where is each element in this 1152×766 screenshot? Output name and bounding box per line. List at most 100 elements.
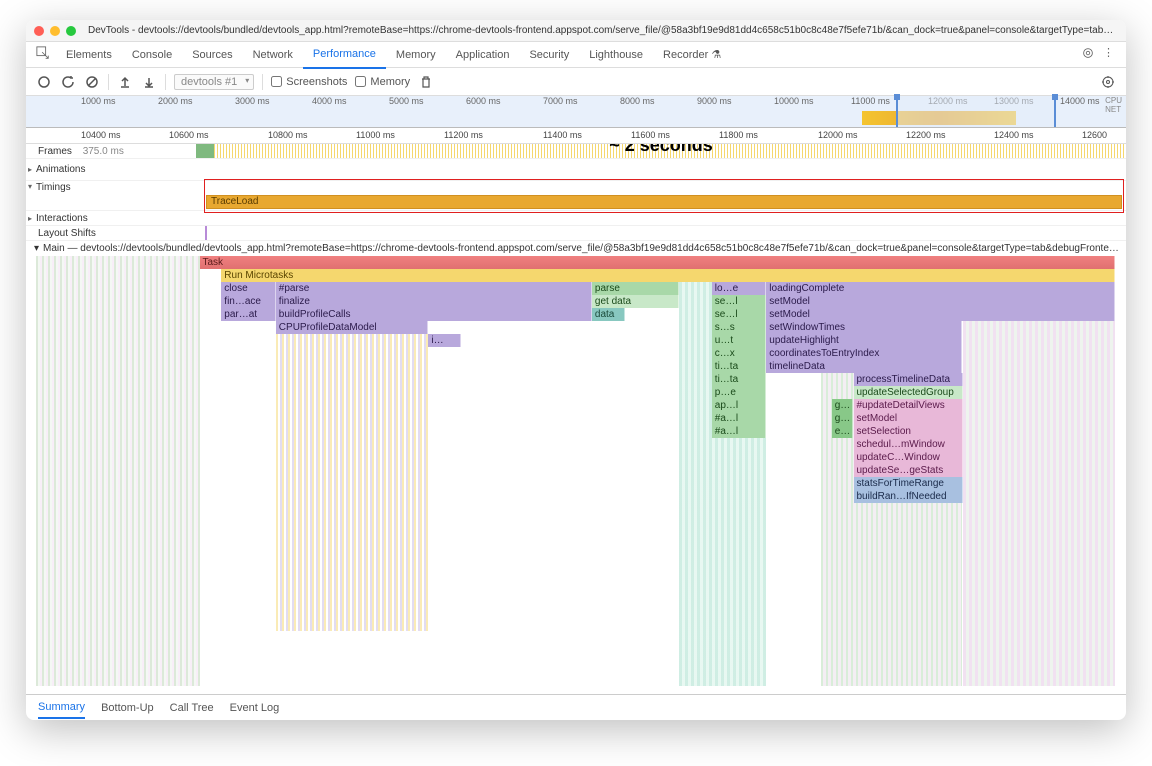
flame-cell[interactable]: lo…e — [712, 282, 767, 295]
reload-button[interactable] — [60, 74, 76, 90]
flame-cell[interactable]: timelineData — [766, 360, 962, 373]
flame-cell[interactable]: buildRan…IfNeeded — [854, 490, 963, 503]
annotation-label: ~ 2 seconds — [609, 144, 713, 156]
flame-cell[interactable]: setModel — [854, 412, 963, 425]
flame-cell[interactable]: g… — [832, 412, 854, 425]
flame-cell[interactable]: se…l — [712, 295, 767, 308]
overview-tick: 3000 ms — [235, 96, 270, 106]
flame-cell[interactable]: fin…ace — [221, 295, 276, 308]
tab-bottom-up[interactable]: Bottom-Up — [101, 698, 154, 718]
flame-cell[interactable]: ti…ta — [712, 373, 767, 386]
flame-cell[interactable]: e… — [832, 425, 854, 438]
window-title: DevTools - devtools://devtools/bundled/d… — [88, 25, 1118, 36]
minimize-icon[interactable] — [50, 26, 60, 36]
flame-cell[interactable]: data — [592, 308, 625, 321]
flame-cell[interactable]: parse — [592, 282, 679, 295]
settings-icon[interactable] — [1081, 46, 1095, 63]
upload-button[interactable] — [117, 74, 133, 90]
flame-cell[interactable]: updateHighlight — [766, 334, 962, 347]
interactions-track-label[interactable]: ▸Interactions — [26, 211, 196, 225]
flame-cell[interactable]: ti…ta — [712, 360, 767, 373]
tab-performance[interactable]: Performance — [303, 41, 386, 69]
flame-cell[interactable]: setWindowTimes — [766, 321, 962, 334]
flame-cell[interactable]: processTimelineData — [854, 373, 963, 386]
tab-lighthouse[interactable]: Lighthouse — [579, 42, 653, 68]
timings-track-label[interactable]: ▾Timings — [26, 181, 196, 210]
flame-cell[interactable]: g… — [832, 399, 854, 412]
more-icon[interactable]: ⋮ — [1103, 46, 1114, 63]
flame-cell[interactable]: loadingComplete — [766, 282, 1115, 295]
flame-microtasks[interactable]: Run Microtasks — [221, 269, 1115, 282]
tab-application[interactable]: Application — [446, 42, 520, 68]
flame-cell[interactable]: get data — [592, 295, 679, 308]
ruler-tick: 11000 ms — [356, 130, 395, 140]
flame-cell[interactable]: updateSe…geStats — [854, 464, 963, 477]
memory-checkbox[interactable]: Memory — [355, 76, 410, 88]
ruler-tick: 12200 ms — [906, 130, 946, 140]
flame-cell[interactable]: setModel — [766, 295, 1115, 308]
flame-cell[interactable]: par…at — [221, 308, 276, 321]
flame-cell[interactable]: schedul…mWindow — [854, 438, 963, 451]
profile-select[interactable]: devtools #1 — [174, 74, 254, 90]
tab-elements[interactable]: Elements — [56, 42, 122, 68]
overview-tick: 11000 ms — [851, 96, 890, 106]
timeline-ruler[interactable]: 10400 ms 10600 ms 10800 ms 11000 ms 1120… — [26, 128, 1126, 144]
capture-settings-icon[interactable] — [1100, 74, 1116, 90]
clear-button[interactable] — [84, 74, 100, 90]
flame-cell[interactable]: setSelection — [854, 425, 963, 438]
layout-shifts-track-label[interactable]: Layout Shifts — [26, 226, 196, 240]
flame-cell[interactable]: s…s — [712, 321, 767, 334]
overview-tick: 6000 ms — [466, 96, 501, 106]
flame-cell[interactable]: #parse — [276, 282, 592, 295]
flame-cell[interactable]: CPUProfileDataModel — [276, 321, 429, 334]
download-button[interactable] — [141, 74, 157, 90]
flame-chart[interactable]: Task Run Microtasks close #parse parse l… — [36, 256, 1126, 686]
screenshots-checkbox[interactable]: Screenshots — [271, 76, 347, 88]
flame-task[interactable]: Task — [200, 256, 1116, 269]
tab-console[interactable]: Console — [122, 42, 182, 68]
tab-sources[interactable]: Sources — [182, 42, 242, 68]
trace-load-bar[interactable]: TraceLoad — [206, 195, 1122, 209]
flame-cell[interactable]: p…e — [712, 386, 767, 399]
flame-cell[interactable]: c…x — [712, 347, 767, 360]
record-button[interactable] — [36, 74, 52, 90]
ruler-tick: 11800 ms — [719, 130, 758, 140]
flame-cell[interactable]: coordinatesToEntryIndex — [766, 347, 962, 360]
flame-cell[interactable]: buildProfileCalls — [276, 308, 592, 321]
ruler-tick: 10800 ms — [268, 130, 308, 140]
flame-cell[interactable]: #updateDetailViews — [854, 399, 963, 412]
inspect-icon[interactable] — [30, 46, 56, 63]
maximize-icon[interactable] — [66, 26, 76, 36]
overview-tick: 4000 ms — [312, 96, 347, 106]
tab-summary[interactable]: Summary — [38, 697, 85, 719]
flame-cell[interactable]: updateC…Window — [854, 451, 963, 464]
flame-cell[interactable]: updateSelectedGroup — [854, 386, 963, 399]
overview-cpu-label: CPU — [1105, 96, 1122, 105]
flame-cell[interactable]: u…t — [712, 334, 767, 347]
main-thread-header[interactable]: ▾Main — devtools://devtools/bundled/devt… — [26, 241, 1126, 256]
overview-selection-handle[interactable] — [896, 96, 1056, 127]
flame-cell[interactable]: i… — [428, 334, 461, 347]
tab-call-tree[interactable]: Call Tree — [170, 698, 214, 718]
flame-cell[interactable]: se…l — [712, 308, 767, 321]
tab-network[interactable]: Network — [243, 42, 303, 68]
trash-button[interactable] — [418, 74, 434, 90]
flame-cell[interactable]: close — [221, 282, 276, 295]
tab-security[interactable]: Security — [519, 42, 579, 68]
close-icon[interactable] — [34, 26, 44, 36]
flame-cell[interactable]: #a…l — [712, 412, 767, 425]
tab-memory[interactable]: Memory — [386, 42, 446, 68]
frames-track-label[interactable]: Frames 375.0 ms — [26, 144, 196, 158]
animations-track-label[interactable]: ▸Animations — [26, 159, 196, 180]
flame-cell[interactable]: ap…l — [712, 399, 767, 412]
ruler-tick: 11200 ms — [444, 130, 483, 140]
overview-tick: 2000 ms — [158, 96, 193, 106]
flame-cell[interactable]: finalize — [276, 295, 592, 308]
flame-cell[interactable]: statsForTimeRange — [854, 477, 963, 490]
titlebar: DevTools - devtools://devtools/bundled/d… — [26, 20, 1126, 42]
flame-cell[interactable]: setModel — [766, 308, 1115, 321]
overview-minimap[interactable]: 1000 ms 2000 ms 3000 ms 4000 ms 5000 ms … — [26, 96, 1126, 128]
tab-recorder[interactable]: Recorder ⚗ — [653, 42, 731, 68]
tab-event-log[interactable]: Event Log — [230, 698, 280, 718]
flame-cell[interactable]: #a…l — [712, 425, 767, 438]
